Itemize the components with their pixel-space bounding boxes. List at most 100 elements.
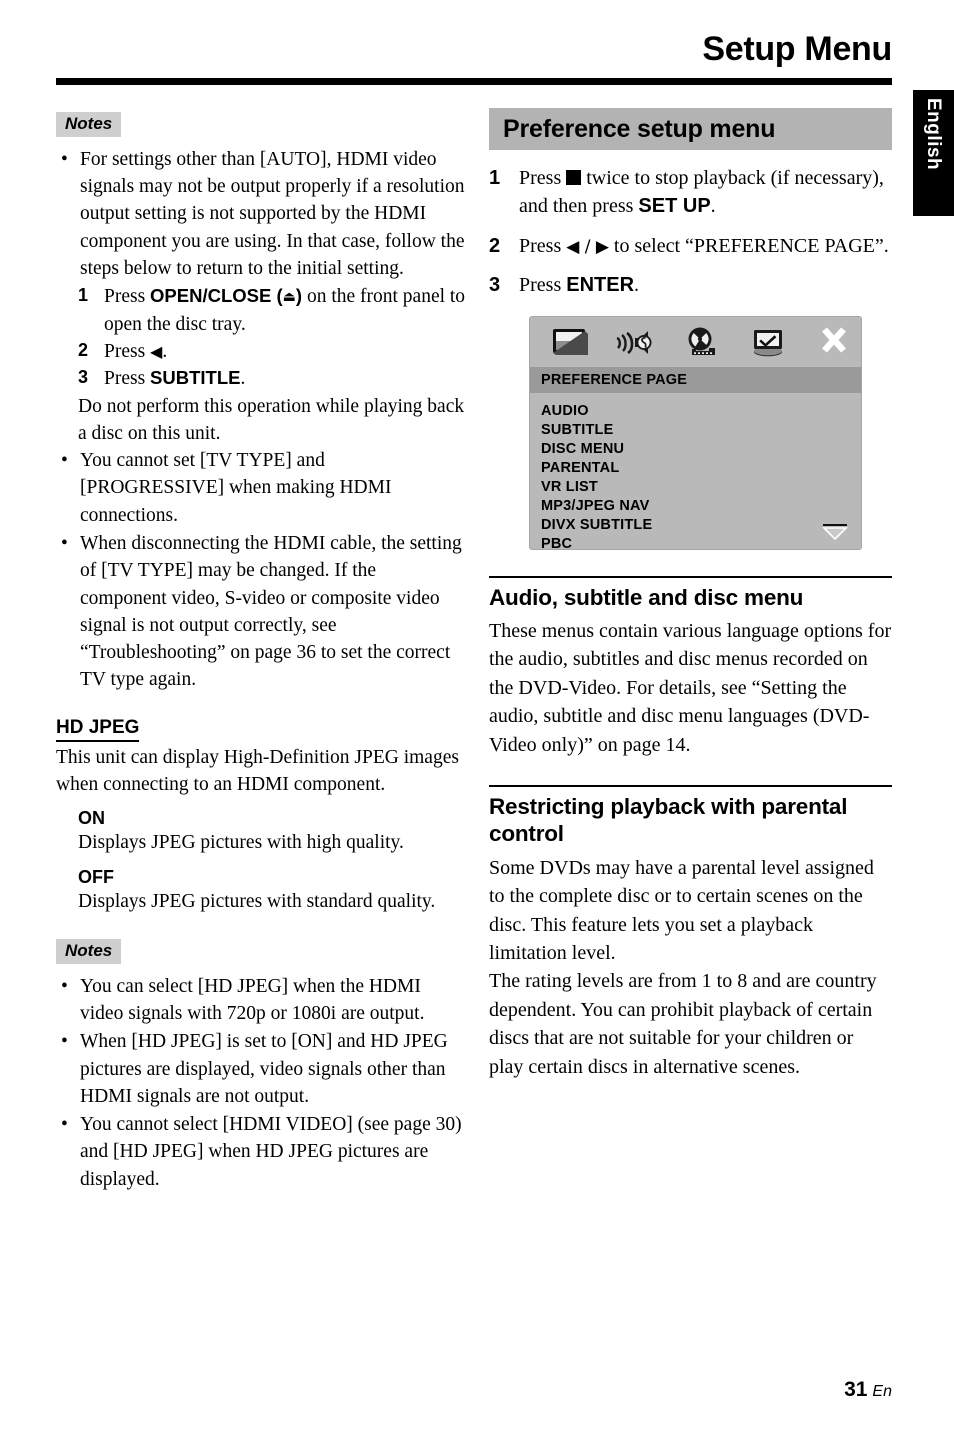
bullet-icon: • — [61, 533, 68, 554]
substep-post: . — [162, 340, 168, 362]
osd-menu-item-pbc[interactable]: PBC — [541, 535, 861, 549]
left-right-arrow-icons: ◀ / ▶ — [566, 236, 609, 257]
tv-screen-icon — [548, 324, 592, 360]
header-rule — [56, 78, 892, 85]
substep-1: 1 Press OPEN/CLOSE (⏏) on the front pane… — [78, 283, 466, 338]
hd-jpeg-body: This unit can display High-Definition JP… — [56, 746, 459, 795]
substep-key-open-close: OPEN/CLOSE ( — [150, 285, 283, 307]
step-2: 2 Press ◀ / ▶ to select “PREFERENCE PAGE… — [489, 232, 892, 260]
osd-menu-item-audio[interactable]: AUDIO — [541, 402, 861, 421]
page-header: Setup Menu — [0, 0, 954, 92]
substeps-footnote: Do not perform this operation while play… — [78, 395, 465, 444]
substep-number: 1 — [78, 285, 89, 306]
subsection-body-parental-1: Some DVDs may have a parental level assi… — [489, 856, 874, 964]
bullet-icon: • — [61, 975, 68, 997]
language-side-tab: English — [913, 90, 954, 216]
speaker-audio-icon — [614, 324, 658, 360]
note-text: For settings other than [AUTO], HDMI vid… — [80, 148, 465, 280]
list-item: • When [HD JPEG] is set to [ON] and HD J… — [56, 1028, 466, 1110]
left-arrow-icon: ◀ — [150, 341, 163, 361]
osd-menu-list: AUDIO SUBTITLE DISC MENU PARENTAL VR LIS… — [530, 393, 861, 549]
list-item: • You cannot set [TV TYPE] and [PROGRESS… — [56, 447, 466, 529]
page-footer: 31 En — [844, 1378, 892, 1402]
eject-icon: ⏏ — [282, 289, 296, 306]
preference-display-icon — [746, 324, 790, 360]
substep-key-subtitle: SUBTITLE — [150, 367, 241, 389]
step-text-a: Press — [519, 274, 567, 297]
osd-icon-bar — [530, 317, 861, 367]
substeps-block: 1 Press OPEN/CLOSE (⏏) on the front pane… — [56, 283, 466, 447]
section-divider-2 — [489, 784, 892, 787]
step-number: 2 — [489, 234, 501, 257]
step-key-enter: ENTER — [566, 274, 635, 297]
osd-page-title-bar: PREFERENCE PAGE — [530, 366, 861, 393]
hd-jpeg-options: ON Displays JPEG pictures with high qual… — [56, 808, 466, 915]
substep-pre: Press — [104, 340, 151, 362]
steps-list: 1 Press twice to stop playback (if neces… — [489, 164, 892, 300]
step-1: 1 Press twice to stop playback (if neces… — [489, 164, 892, 221]
stop-button-icon — [566, 170, 582, 185]
substep-2: 2 Press ◀. — [78, 338, 466, 365]
option-desc-on: Displays JPEG pictures with high quality… — [78, 832, 404, 854]
step-text-c: . — [634, 274, 640, 297]
step-3: 3 Press ENTER. — [489, 271, 892, 299]
bullet-icon: • — [61, 148, 68, 170]
hd-jpeg-heading: HD JPEG — [56, 717, 140, 742]
substep-post: . — [240, 368, 246, 390]
language-tab-label: English — [923, 98, 944, 171]
osd-menu-item-vr-list[interactable]: VR LIST — [541, 478, 861, 497]
subsection-body-audio-subtitle-disc-menu: These menus contain various language opt… — [489, 620, 892, 756]
notes-list-top: • For settings other than [AUTO], HDMI v… — [56, 146, 466, 282]
substeps-list: 1 Press OPEN/CLOSE (⏏) on the front pane… — [78, 283, 466, 392]
section-divider-1 — [489, 575, 892, 578]
note-text: When [HD JPEG] is set to [ON] and HD JPE… — [80, 1031, 448, 1107]
list-item: • For settings other than [AUTO], HDMI v… — [56, 146, 466, 282]
note-text: When disconnecting the HDMI cable, the s… — [80, 533, 462, 691]
subsection-title-parental-control: Restricting playback with parental contr… — [489, 793, 848, 847]
note-text: You cannot set [TV TYPE] and [PROGRESSIV… — [80, 450, 392, 526]
bullet-icon: • — [61, 1031, 68, 1053]
film-reel-icon — [680, 324, 724, 360]
osd-menu-item-divx-subtitle[interactable]: DIVX SUBTITLE — [541, 516, 861, 535]
chevron-down-icon[interactable] — [821, 523, 849, 541]
page-title: Setup Menu — [702, 30, 892, 68]
notes-label-top: Notes — [56, 112, 122, 137]
step-number: 3 — [489, 274, 501, 297]
list-item: • You cannot select [HDMI VIDEO] (see pa… — [56, 1111, 466, 1193]
page-number: 31 — [844, 1378, 868, 1401]
list-item: • When disconnecting the HDMI cable, the… — [56, 530, 466, 694]
substep-pre: Press — [104, 368, 151, 390]
osd-menu-item-disc-menu[interactable]: DISC MENU — [541, 440, 861, 459]
step-text-c: . — [710, 195, 716, 218]
subsection-body-parental-2: The rating levels are from 1 to 8 and ar… — [489, 970, 877, 1078]
option-name-off: OFF — [78, 866, 114, 887]
osd-menu-item-parental[interactable]: PARENTAL — [541, 459, 861, 478]
step-text-a: Press — [519, 167, 567, 189]
step-key-setup: SET UP — [638, 195, 711, 218]
note-text: You cannot select [HDMI VIDEO] (see page… — [80, 1114, 462, 1190]
notes-label-bottom: Notes — [56, 938, 122, 964]
list-item: • You can select [HD JPEG] when the HDMI… — [56, 973, 466, 1028]
osd-menu-item-mp3-jpeg-nav[interactable]: MP3/JPEG NAV — [541, 497, 861, 516]
section-heading-title: Preference setup menu — [503, 114, 776, 143]
bullet-icon: • — [61, 450, 68, 472]
bullet-icon: • — [61, 1114, 68, 1136]
option-desc-off: Displays JPEG pictures with standard qua… — [78, 890, 436, 912]
substep-number: 3 — [78, 367, 89, 388]
step-text-a: Press — [519, 234, 567, 257]
note-text: You can select [HD JPEG] when the HDMI v… — [80, 975, 425, 1024]
option-name-on: ON — [78, 808, 105, 829]
step-text-b: to select “PREFERENCE PAGE”. — [608, 234, 889, 257]
step-number: 1 — [489, 167, 501, 189]
right-column: Preference setup menu 1 Press twice to s… — [489, 108, 892, 1081]
notes-list-top-cont: • You cannot set [TV TYPE] and [PROGRESS… — [56, 447, 466, 694]
osd-preference-page-screenshot: PREFERENCE PAGE AUDIO SUBTITLE DISC MENU… — [529, 315, 862, 550]
page-language-code: En — [872, 1383, 892, 1400]
subsection-title-audio-subtitle-disc-menu: Audio, subtitle and disc menu — [489, 584, 804, 610]
substep-3: 3 Press SUBTITLE. — [78, 365, 466, 392]
close-x-icon — [812, 324, 856, 360]
substep-number: 2 — [78, 339, 89, 360]
osd-menu-item-subtitle[interactable]: SUBTITLE — [541, 421, 861, 440]
substep-pre: Press — [104, 286, 151, 308]
section-heading-bar: Preference setup menu — [489, 108, 892, 150]
